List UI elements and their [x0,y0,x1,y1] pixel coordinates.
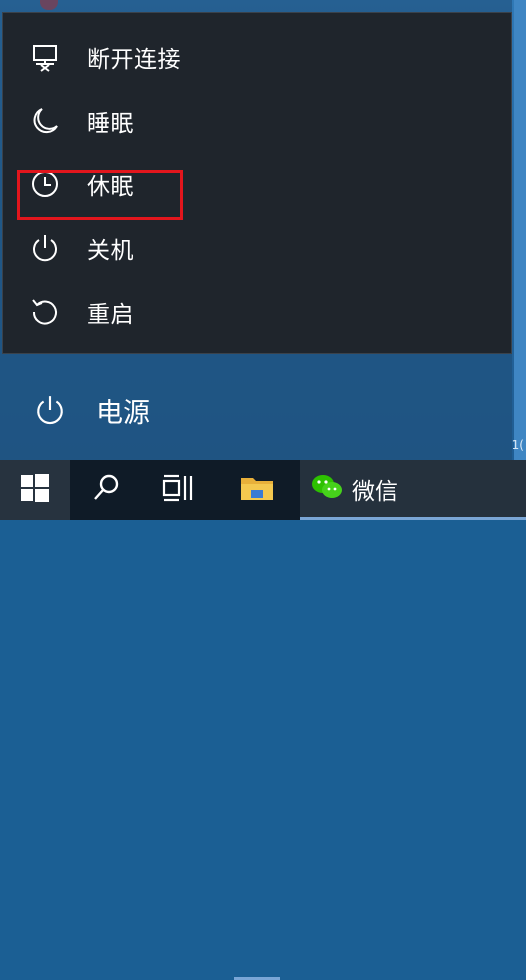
power-icon [30,390,70,430]
folder-icon [239,473,275,507]
desktop-edge [514,0,526,460]
power-icon [25,228,65,268]
disconnect-icon [25,37,65,77]
power-label: 电源 [96,397,150,429]
wechat-label: 微信 [352,478,398,505]
start-menu: 断开连接 睡眠 休眠 关机 重启 电源 [0,0,512,460]
menu-item-label: 睡眠 [87,111,134,137]
menu-item-restart[interactable]: 重启 [3,284,511,340]
menu-item-sleep[interactable]: 睡眠 [3,93,511,149]
start-button[interactable] [0,460,70,520]
desktop-edge-text: 1( [511,438,524,452]
wechat-icon [310,472,344,506]
search-icon [91,473,121,507]
wechat-button[interactable]: 微信 [300,460,526,520]
search-button[interactable] [76,460,136,520]
menu-item-disconnect[interactable]: 断开连接 [3,29,511,85]
menu-item-shutdown[interactable]: 关机 [3,220,511,276]
windows-logo-icon [19,472,51,508]
power-options-flyout: 断开连接 睡眠 休眠 关机 重启 [2,12,512,354]
taskbar: 微信 [0,460,526,980]
moon-icon [25,101,65,141]
restart-icon [25,292,65,332]
menu-item-label: 重启 [87,302,134,328]
menu-item-label: 断开连接 [87,47,181,73]
task-view-button[interactable] [148,460,208,520]
menu-item-label: 关机 [87,238,134,264]
highlight-annotation [17,170,183,220]
start-menu-power-button[interactable]: 电源 [0,380,512,440]
task-view-icon [161,473,195,507]
file-explorer-button[interactable] [226,460,288,520]
